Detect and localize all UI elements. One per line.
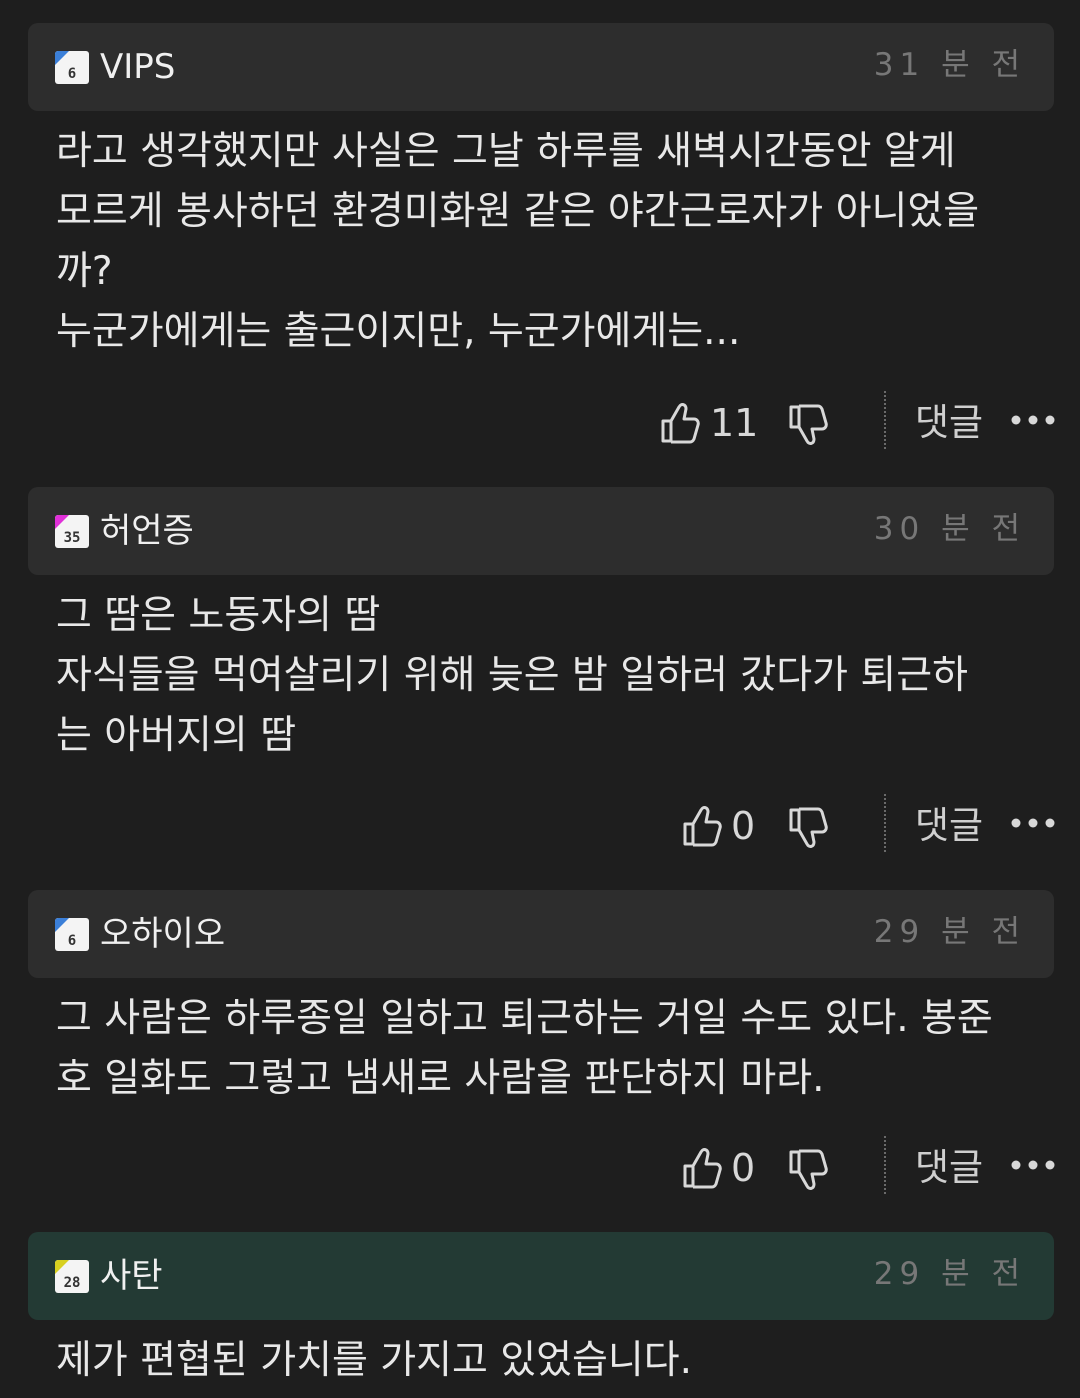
username[interactable]: 오하이오 xyxy=(100,912,225,956)
level-badge-icon: 35 xyxy=(55,515,89,548)
timestamp: 30 분 전 xyxy=(873,511,1026,547)
level-number: 6 xyxy=(67,933,77,949)
comment-body: 그 땀은 노동자의 땀 자식들을 먹여살리기 위해 늦은 밤 일하러 갔다가 퇴… xyxy=(56,593,969,758)
level-badge-corner xyxy=(55,918,69,932)
action-divider xyxy=(884,391,886,449)
thumbs-down-icon[interactable] xyxy=(788,806,828,850)
thumbs-down-icon[interactable] xyxy=(788,403,828,447)
more-dots-icon[interactable] xyxy=(1010,1158,1056,1172)
comment-header: 35 허언증 30 분 전 xyxy=(28,487,1054,575)
username[interactable]: VIPS xyxy=(100,45,175,89)
level-badge-corner xyxy=(55,515,69,529)
comment-body: 라고 생각했지만 사실은 그날 하루를 새벽시간동안 알게 모르게 봉사하던 환… xyxy=(56,129,980,354)
comment-actions: 0 댓글 xyxy=(0,794,1080,858)
level-number: 28 xyxy=(63,1275,81,1291)
comment-header-highlighted: 28 사탄 29 분 전 xyxy=(28,1232,1054,1320)
timestamp: 29 분 전 xyxy=(873,1256,1026,1292)
timestamp: 29 분 전 xyxy=(873,914,1026,950)
action-divider xyxy=(884,1136,886,1194)
action-divider xyxy=(884,794,886,852)
thumbs-up-icon[interactable] xyxy=(682,804,722,848)
comment-header: 6 오하이오 29 분 전 xyxy=(28,890,1054,978)
level-badge-corner xyxy=(55,1260,69,1274)
comment-body: 그 사람은 하루종일 일하고 퇴근하는 거일 수도 있다. 봉준 호 일화도 그… xyxy=(56,996,993,1101)
reply-button[interactable]: 댓글 xyxy=(915,395,983,451)
reply-button[interactable]: 댓글 xyxy=(915,798,983,854)
thumbs-up-icon[interactable] xyxy=(660,401,700,445)
comment-actions: 0 댓글 xyxy=(0,1136,1080,1200)
reply-button[interactable]: 댓글 xyxy=(915,1140,983,1196)
more-dots-icon[interactable] xyxy=(1010,413,1056,427)
level-badge-icon: 28 xyxy=(55,1260,89,1293)
level-number: 35 xyxy=(63,530,81,546)
comment-actions: 11 댓글 xyxy=(0,391,1080,455)
level-badge-corner xyxy=(55,51,69,65)
level-badge-icon: 6 xyxy=(55,918,89,951)
comment-body: 제가 편협된 가치를 가지고 있었습니다. xyxy=(56,1338,693,1383)
more-dots-icon[interactable] xyxy=(1010,816,1056,830)
level-number: 6 xyxy=(67,66,77,82)
like-count: 11 xyxy=(710,401,759,445)
like-count: 0 xyxy=(731,804,756,848)
username[interactable]: 허언증 xyxy=(100,509,194,553)
like-count: 0 xyxy=(731,1146,756,1190)
username[interactable]: 사탄 xyxy=(100,1254,163,1298)
comment-header: 6 VIPS 31 분 전 xyxy=(28,23,1054,111)
level-badge-icon: 6 xyxy=(55,51,89,84)
timestamp: 31 분 전 xyxy=(873,47,1026,83)
thumbs-up-icon[interactable] xyxy=(682,1146,722,1190)
thumbs-down-icon[interactable] xyxy=(788,1148,828,1192)
